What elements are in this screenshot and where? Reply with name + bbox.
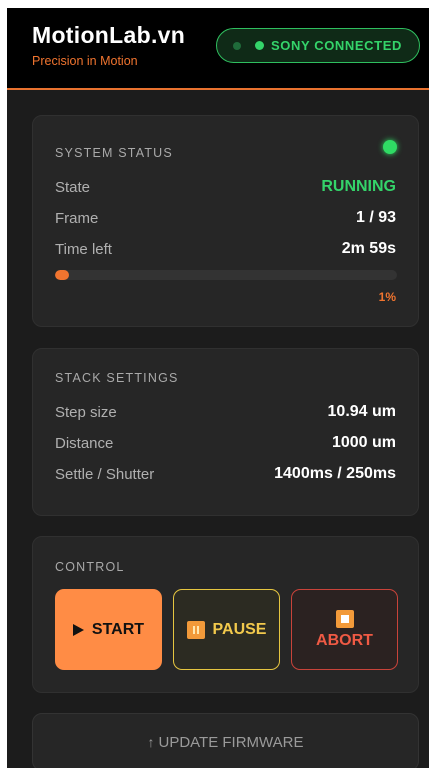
stop-icon [335, 609, 354, 628]
abort-button-label: ABORT [316, 631, 373, 649]
status-dot-icon [383, 140, 397, 154]
state-value: RUNNING [321, 178, 396, 195]
abort-button[interactable]: ABORT [291, 589, 398, 670]
progress-bar [55, 270, 397, 280]
start-button-label: START [91, 620, 145, 638]
stack-settings-title: STACK SETTINGS [55, 371, 179, 385]
distance-label: Distance [55, 435, 114, 452]
pause-button[interactable]: PAUSE [173, 589, 280, 670]
connection-badge: SONY CONNECTED [216, 28, 420, 63]
app-frame: MotionLab.vn Precision in Motion SONY CO… [7, 8, 429, 768]
app-header: MotionLab.vn Precision in Motion SONY CO… [7, 8, 429, 90]
step-size-value: 10.94 um [327, 403, 396, 420]
time-left-value: 2m 59s [341, 240, 396, 257]
progress-percent: 1% [378, 290, 396, 304]
settle-shutter-label: Settle / Shutter [55, 466, 155, 483]
frame-label: Frame [55, 210, 99, 227]
update-firmware-button[interactable]: ↑ UPDATE FIRMWARE [32, 713, 419, 768]
start-button[interactable]: START [55, 589, 162, 670]
connection-dot-icon [255, 41, 264, 50]
time-left-label: Time left [55, 241, 112, 258]
connection-label: SONY CONNECTED [271, 38, 402, 53]
system-status-card: SYSTEM STATUS State RUNNING Frame 1 / 93… [32, 115, 419, 327]
pause-icon [186, 620, 205, 639]
frame-value: 1 / 93 [355, 209, 396, 226]
step-size-label: Step size [55, 404, 117, 421]
control-card: CONTROL START PAUSE ABORT [32, 536, 419, 693]
distance-value: 1000 um [331, 434, 396, 451]
pause-button-label: PAUSE [212, 620, 267, 638]
connection-ring-icon [233, 42, 241, 50]
control-title: CONTROL [55, 560, 125, 574]
play-icon [72, 623, 84, 636]
upload-arrow-icon: ↑ [147, 734, 155, 750]
brand-title: MotionLab.vn [32, 22, 186, 48]
system-status-title: SYSTEM STATUS [55, 146, 173, 160]
settle-shutter-value: 1400ms / 250ms [274, 465, 396, 482]
stack-settings-card: STACK SETTINGS Step size 10.94 um Distan… [32, 348, 419, 516]
brand-subtitle: Precision in Motion [32, 54, 138, 68]
update-firmware-label: UPDATE FIRMWARE [158, 733, 304, 751]
progress-fill [55, 270, 69, 280]
state-label: State [55, 179, 91, 196]
